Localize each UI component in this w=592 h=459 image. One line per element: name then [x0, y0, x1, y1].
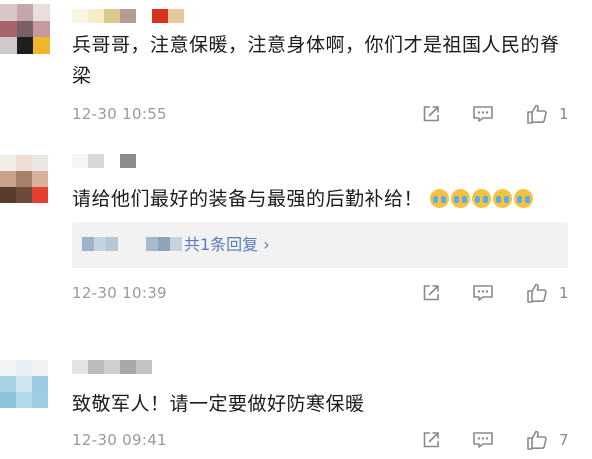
crying-emoji-icon: [429, 189, 449, 208]
avatar-pixel: [32, 171, 48, 187]
avatar-pixel: [16, 171, 32, 187]
username-pixel: [106, 237, 118, 251]
crying-emoji-icon: [471, 189, 491, 208]
avatar-pixel: [32, 360, 48, 376]
avatar-pixel: [0, 392, 16, 408]
comment-text: 兵哥哥，注意保暖，注意身体啊，你们才是祖国人民的脊梁: [72, 30, 572, 92]
avatar-pixel: [0, 360, 16, 376]
username[interactable]: [72, 9, 184, 23]
avatar-pixel: [0, 37, 17, 54]
avatar[interactable]: [0, 4, 50, 54]
username-pixel: [94, 237, 106, 251]
avatar[interactable]: [0, 155, 48, 203]
avatar-pixel: [33, 20, 50, 38]
share-icon[interactable]: [418, 281, 444, 305]
username-pixel: [104, 154, 120, 168]
username-pixel: [170, 237, 182, 251]
emoji-group: [429, 188, 535, 210]
thumbs-up-icon[interactable]: [524, 102, 550, 126]
thumbs-up-icon[interactable]: [524, 281, 550, 305]
avatar-pixel: [16, 37, 34, 54]
comment-icon[interactable]: [470, 102, 496, 126]
reply-username: [146, 237, 182, 251]
username-pixel: [136, 360, 152, 374]
avatar-pixel: [16, 360, 32, 376]
comment-text: 请给他们最好的装备与最强的后勤补给！: [72, 184, 572, 215]
avatar-pixel: [16, 20, 34, 38]
comment-time: 12-30 09:41: [72, 431, 167, 449]
avatar-pixel: [0, 376, 16, 392]
avatar-pixel: [16, 392, 32, 408]
username[interactable]: [72, 360, 152, 374]
like-count: 1: [559, 105, 569, 123]
avatar-pixel: [0, 171, 16, 187]
view-replies-link[interactable]: 共1条回复 ›: [184, 233, 270, 257]
username-pixel: [104, 9, 120, 23]
like-count: 7: [559, 431, 569, 449]
comment-time: 12-30 10:55: [72, 105, 167, 123]
username-pixel: [72, 360, 88, 374]
comment-text-content: 兵哥哥，注意保暖，注意身体啊，你们才是祖国人民的脊梁: [72, 34, 560, 87]
username-pixel: [104, 360, 120, 374]
comment-item: 兵哥哥，注意保暖，注意身体啊，你们才是祖国人民的脊梁 12-30 10:55 1: [0, 0, 592, 140]
comment-meta: 12-30 10:39 1: [72, 281, 572, 305]
username-pixel: [82, 237, 94, 251]
crying-emoji-icon: [513, 189, 533, 208]
username-pixel: [120, 360, 136, 374]
username-pixel: [152, 9, 168, 23]
avatar[interactable]: [0, 360, 48, 408]
username-pixel: [146, 237, 158, 251]
avatar-pixel: [16, 187, 32, 203]
avatar-pixel: [33, 37, 50, 54]
like-count: 1: [559, 284, 569, 302]
avatar-pixel: [32, 187, 48, 203]
thumbs-up-icon[interactable]: [524, 428, 550, 452]
avatar-pixel: [0, 187, 16, 203]
username-pixel: [120, 9, 136, 23]
avatar-pixel: [33, 4, 50, 21]
username-pixel: [72, 154, 88, 168]
username-pixel: [72, 9, 88, 23]
avatar-pixel: [0, 155, 16, 171]
comment-icon[interactable]: [470, 281, 496, 305]
avatar-pixel: [16, 4, 34, 21]
crying-emoji-icon: [492, 189, 512, 208]
username-pixel: [120, 154, 136, 168]
comment-meta: 12-30 09:41 7: [72, 428, 572, 452]
avatar-pixel: [16, 155, 32, 171]
username-pixel: [168, 9, 184, 23]
comment-text: 致敬军人！请一定要做好防寒保暖: [72, 389, 572, 420]
avatar-pixel: [0, 20, 17, 38]
share-icon[interactable]: [418, 428, 444, 452]
comment-meta: 12-30 10:55 1: [72, 102, 572, 126]
crying-emoji-icon: [450, 189, 470, 208]
comment-text-content: 请给他们最好的装备与最强的后勤补给！: [72, 188, 424, 210]
avatar-pixel: [32, 392, 48, 408]
avatar-pixel: [16, 376, 32, 392]
comment-time: 12-30 10:39: [72, 284, 167, 302]
username-pixel: [88, 154, 104, 168]
username-pixel: [136, 9, 152, 23]
username[interactable]: [72, 154, 136, 168]
reply-summary[interactable]: 共1条回复 ›: [72, 222, 568, 268]
avatar-pixel: [32, 155, 48, 171]
avatar-pixel: [0, 4, 17, 21]
avatar-pixel: [32, 376, 48, 392]
username-pixel: [88, 360, 104, 374]
username-pixel: [158, 237, 170, 251]
share-icon[interactable]: [418, 102, 444, 126]
username-pixel: [88, 9, 104, 23]
comment-text-content: 致敬军人！请一定要做好防寒保暖: [72, 393, 365, 415]
comment-icon[interactable]: [470, 428, 496, 452]
reply-username: [82, 237, 118, 251]
